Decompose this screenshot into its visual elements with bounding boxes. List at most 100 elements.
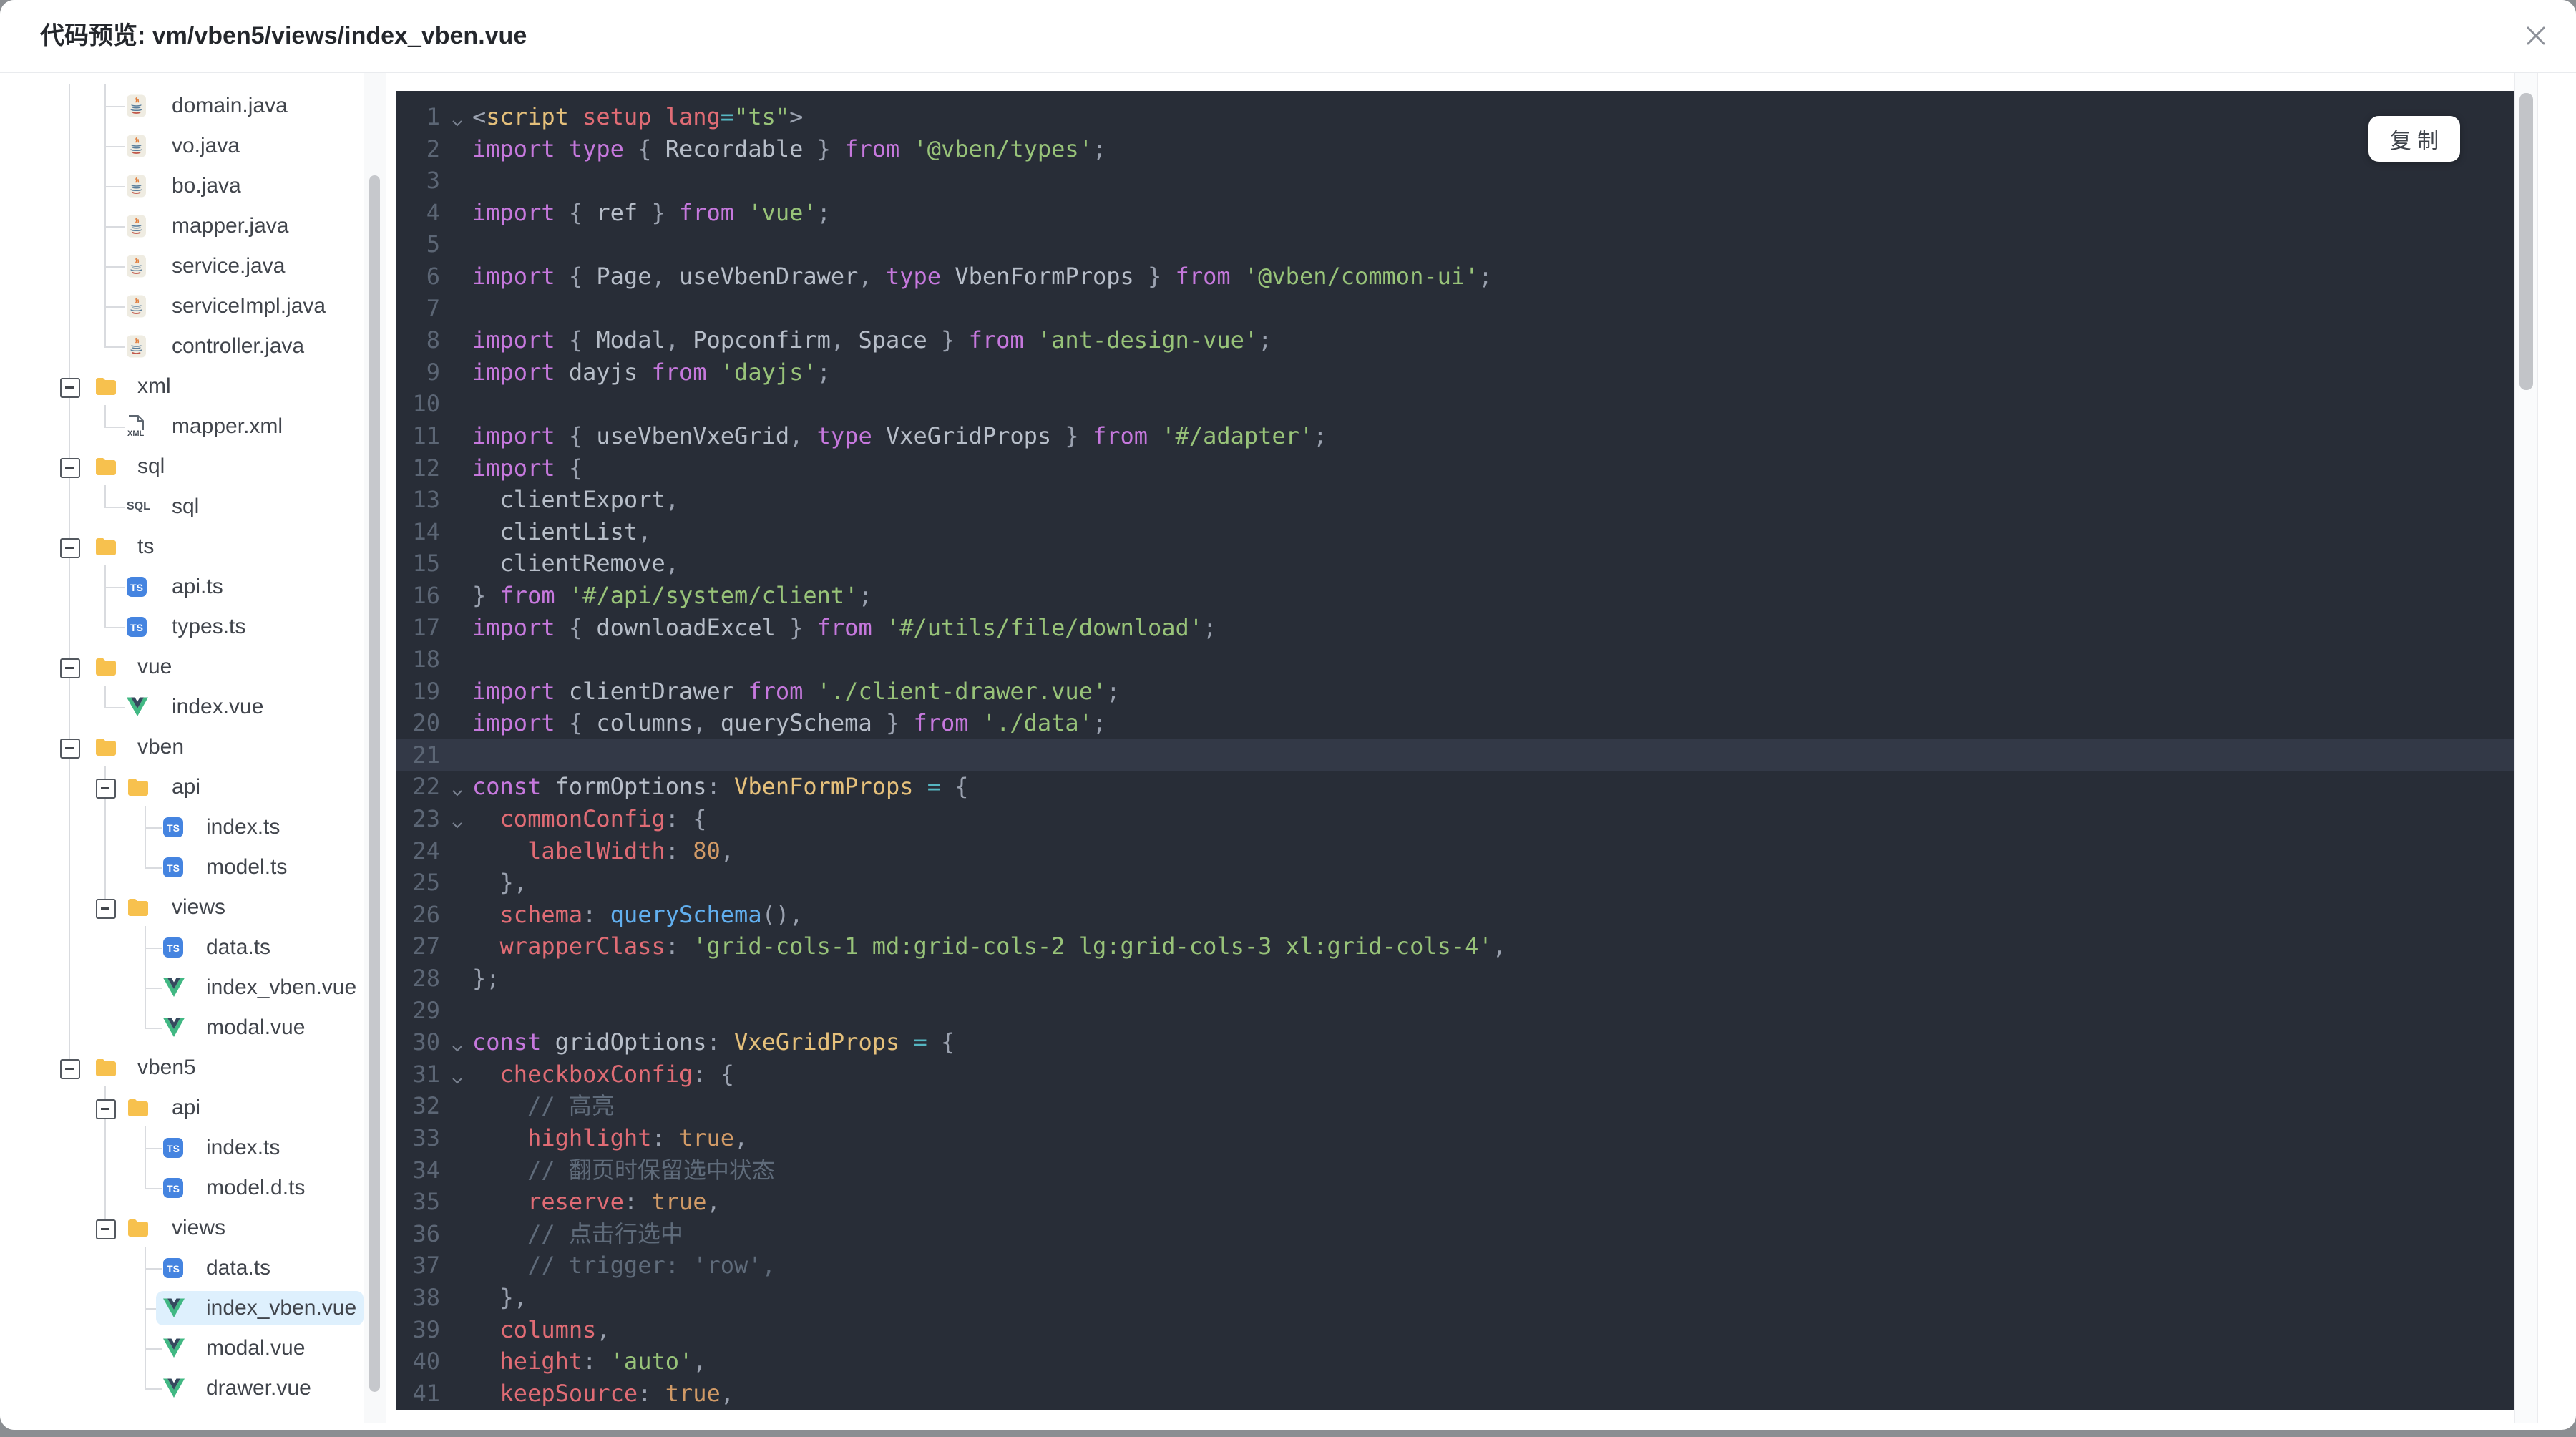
tree-item-index-vben-vue[interactable]: index_vben.vue [0, 968, 364, 1008]
line-number: 39 [412, 1315, 440, 1343]
tree-item-label: api.ts [172, 575, 223, 598]
tree-item-ts[interactable]: ts [0, 527, 364, 567]
line-number: 38 [412, 1283, 440, 1311]
line-number: 10 [412, 390, 440, 418]
tree-item-data-ts[interactable]: TS data.ts [0, 1248, 364, 1288]
tree-item-service-java[interactable]: service.java [0, 246, 364, 286]
tree-item-modal-vue[interactable]: modal.vue [0, 1328, 364, 1368]
collapse-toggle-icon[interactable] [60, 538, 80, 558]
collapse-toggle-icon[interactable] [60, 378, 80, 398]
code-line-25: 25 }, [396, 867, 2514, 899]
fold-chevron-icon[interactable] [444, 806, 470, 838]
code-text: } from '#/api/system/client'; [472, 581, 872, 609]
tree-item-data-ts[interactable]: TS data.ts [0, 927, 364, 968]
tree-item-sql[interactable]: sql [0, 447, 364, 487]
code-text: highlight: true, [527, 1124, 748, 1151]
code-line-21: 21 [396, 739, 2514, 771]
tree-item-label: domain.java [172, 94, 288, 117]
tree-item-index-vben-vue[interactable]: index_vben.vue [0, 1288, 364, 1328]
code-text: reserve: true, [527, 1188, 721, 1216]
svg-text:TS: TS [130, 622, 143, 633]
code-text: }, [472, 1283, 528, 1311]
ts-icon: TS [163, 817, 183, 837]
collapse-toggle-icon[interactable] [60, 739, 80, 759]
tree-item-xml[interactable]: xml [0, 366, 364, 406]
collapse-toggle-icon[interactable] [60, 658, 80, 678]
svg-text:TS: TS [167, 1263, 180, 1275]
tree-item-views[interactable]: views [0, 1208, 364, 1248]
tree-item-index-vue[interactable]: index.vue [0, 687, 364, 727]
tree-item-vben[interactable]: vben [0, 727, 364, 767]
tree-item-mapper-xml[interactable]: XML mapper.xml [0, 406, 364, 447]
tree-item-drawer-vue[interactable]: drawer.vue [0, 1368, 364, 1408]
code-line-13: 13 clientExport, [396, 484, 2514, 516]
tree-item-index-ts[interactable]: TS index.ts [0, 1128, 364, 1168]
tree-item-serviceimpl-java[interactable]: serviceImpl.java [0, 286, 364, 326]
code-line-9: 9 import dayjs from 'dayjs'; [396, 356, 2514, 389]
file-tree-panel: domain.java vo.java bo.java mapper.java serv… [0, 73, 364, 1430]
code-line-11: 11 import { useVbenVxeGrid, type VxeGridP… [396, 420, 2514, 452]
ts-icon: TS [127, 577, 147, 597]
code-text: // 点击行选中 [472, 1219, 683, 1247]
tree-item-modal-vue[interactable]: modal.vue [0, 1008, 364, 1048]
code-text: }; [472, 965, 500, 993]
tree-item-label: modal.vue [206, 1336, 306, 1360]
tree-item-label: vben5 [137, 1056, 196, 1079]
tree-item-bo-java[interactable]: bo.java [0, 166, 364, 206]
tree-item-vben5[interactable]: vben5 [0, 1048, 364, 1088]
copy-button[interactable]: 复 制 [2368, 116, 2460, 162]
tree-item-vo-java[interactable]: vo.java [0, 126, 364, 166]
line-number: 13 [412, 486, 440, 514]
sidebar-scrollbar[interactable] [364, 73, 386, 1423]
code-line-19: 19 import clientDrawer from './client-dra… [396, 676, 2514, 708]
line-number: 32 [412, 1092, 440, 1120]
tree-item-model-d-ts[interactable]: TS model.d.ts [0, 1168, 364, 1208]
code-text: // 翻页时保留选中状态 [472, 1156, 775, 1184]
tree-item-label: views [172, 1216, 226, 1239]
fold-chevron-icon[interactable] [444, 1061, 470, 1093]
tree-item-api[interactable]: api [0, 767, 364, 807]
tree-item-index-ts[interactable]: TS index.ts [0, 807, 364, 847]
tree-item-types-ts[interactable]: TS types.ts [0, 607, 364, 647]
code-scrollbar-thumb[interactable] [2519, 93, 2533, 390]
fold-chevron-icon[interactable] [444, 104, 470, 136]
collapse-toggle-icon[interactable] [60, 1059, 80, 1079]
code-text: const gridOptions: VxeGridProps = { [472, 1028, 955, 1056]
collapse-toggle-icon[interactable] [60, 458, 80, 478]
fold-chevron-icon[interactable] [444, 774, 470, 806]
collapse-toggle-icon[interactable] [96, 1099, 116, 1119]
code-line-38: 38 }, [396, 1282, 2514, 1314]
code-line-22: 22 const formOptions: VbenFormProps = { [396, 771, 2514, 803]
tree-item-mapper-java[interactable]: mapper.java [0, 206, 364, 246]
tree-item-controller-java[interactable]: controller.java [0, 326, 364, 366]
java-icon [127, 335, 146, 358]
close-icon[interactable] [2516, 16, 2556, 56]
collapse-toggle-icon[interactable] [96, 899, 116, 919]
tree-item-label: vben [137, 735, 185, 759]
tree-item-label: types.ts [172, 615, 246, 638]
line-number: 7 [426, 294, 440, 322]
line-number: 19 [412, 677, 440, 705]
tree-item-api[interactable]: api [0, 1088, 364, 1128]
tree-item-label: model.ts [206, 855, 288, 879]
tree-item-api-ts[interactable]: TS api.ts [0, 567, 364, 607]
vue-icon [127, 697, 148, 717]
tree-item-sql[interactable]: SQL sql [0, 487, 364, 527]
code-text: import { [472, 454, 583, 482]
code-line-5: 5 [396, 228, 2514, 260]
tree-item-label: service.java [172, 254, 286, 278]
tree-item-label: data.ts [206, 1256, 271, 1280]
code-line-32: 32 // 高亮 [396, 1090, 2514, 1122]
tree-item-model-ts[interactable]: TS model.ts [0, 847, 364, 887]
code-scrollbar[interactable] [2514, 73, 2538, 1423]
tree-item-views[interactable]: views [0, 887, 364, 927]
tree-item-label: xml [137, 374, 171, 398]
line-number: 28 [412, 965, 440, 993]
tree-item-vue[interactable]: vue [0, 647, 364, 687]
line-number: 21 [412, 741, 440, 769]
fold-chevron-icon[interactable] [444, 1029, 470, 1061]
collapse-toggle-icon[interactable] [96, 1219, 116, 1239]
sidebar-scrollbar-thumb[interactable] [369, 175, 380, 1392]
tree-item-domain-java[interactable]: domain.java [0, 86, 364, 126]
collapse-toggle-icon[interactable] [96, 779, 116, 799]
